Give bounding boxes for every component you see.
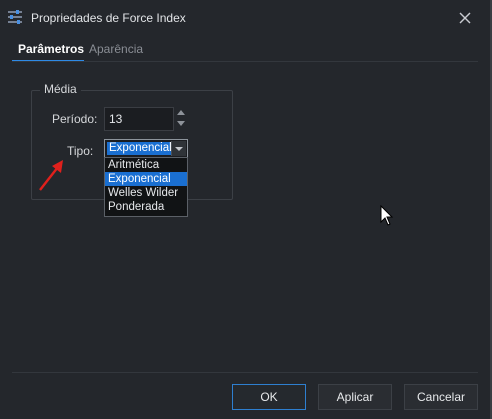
tab-aparencia[interactable]: Aparência	[89, 42, 143, 56]
footer-divider	[12, 372, 478, 373]
chevron-down-icon[interactable]	[177, 121, 185, 126]
close-icon[interactable]	[456, 9, 474, 27]
tipo-dropdown-list: Aritmética Exponencial Welles Wilder Pon…	[104, 157, 188, 217]
caret-down-icon	[175, 147, 183, 151]
dialog-title: Propriedades de Force Index	[31, 11, 186, 25]
option-aritmetica[interactable]: Aritmética	[105, 158, 187, 172]
chevron-up-icon[interactable]	[177, 110, 185, 115]
apply-button[interactable]: Aplicar	[318, 384, 392, 410]
periodo-spin-buttons[interactable]	[174, 106, 188, 130]
tipo-selected-value: Exponencial	[107, 142, 174, 155]
title-bar: Propriedades de Force Index	[0, 0, 490, 36]
sliders-icon	[8, 10, 22, 24]
option-exponencial[interactable]: Exponencial	[105, 172, 187, 186]
option-ponderada[interactable]: Ponderada	[105, 200, 187, 214]
mouse-pointer-icon	[380, 205, 394, 226]
tab-parametros[interactable]: Parâmetros	[18, 42, 84, 56]
tipo-label: Tipo:	[67, 144, 94, 158]
tipo-select[interactable]: Exponencial	[104, 139, 188, 158]
combo-dropdown-button[interactable]	[171, 141, 186, 156]
ok-button[interactable]: OK	[232, 384, 306, 410]
periodo-input[interactable]: 13	[104, 107, 174, 131]
cancel-button[interactable]: Cancelar	[404, 384, 478, 410]
red-arrow-icon	[39, 160, 63, 191]
tab-divider	[12, 61, 478, 62]
periodo-label: Período:	[52, 112, 98, 126]
properties-dialog: Propriedades de Force Index Parâmetros A…	[0, 0, 492, 419]
periodo-value: 13	[109, 112, 123, 126]
group-legend: Média	[40, 82, 81, 96]
option-welles-wilder[interactable]: Welles Wilder	[105, 186, 187, 200]
